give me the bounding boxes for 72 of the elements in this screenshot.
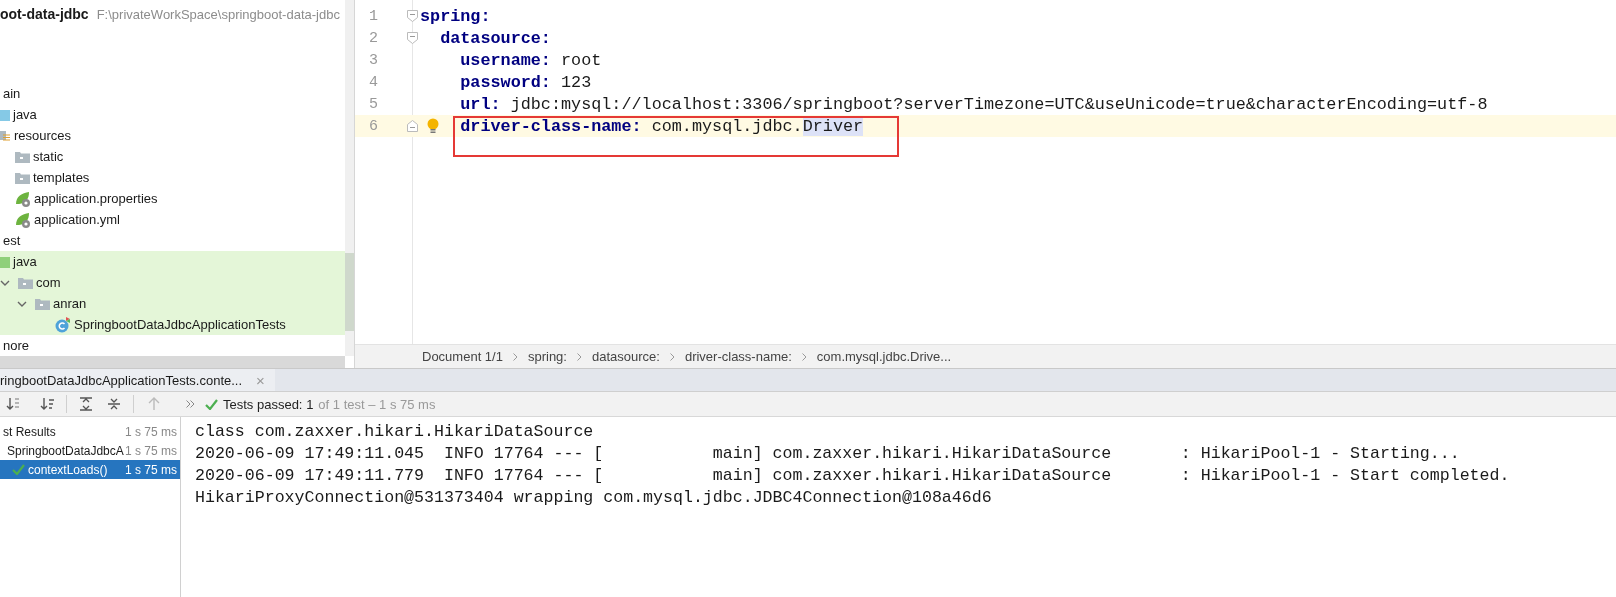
line-number: 3 (368, 51, 379, 69)
folder-icon (35, 297, 50, 310)
line-number: 1 (368, 7, 379, 25)
project-path: F:\privateWorkSpace\springboot-data-jdbc (96, 6, 340, 22)
folder-icon (15, 150, 30, 163)
double-chevron-icon[interactable] (186, 400, 195, 408)
test-result-item[interactable]: st Results 1 s 75 ms (0, 422, 180, 441)
breadcrumb-item[interactable]: com.mysql.jdbc.Drive... (816, 349, 952, 364)
fold-icon[interactable] (407, 120, 418, 132)
tree-item[interactable]: ain (0, 83, 345, 105)
console-line: 2020-06-09 17:49:11.045 INFO 17764 --- [ main] com.zaxxer.hikari.HikariDataSource : HikariPool-1 - Starting... (195, 443, 1461, 465)
check-icon (205, 398, 218, 410)
line-number: 6 (368, 117, 379, 135)
breadcrumb-item[interactable]: datasource: (591, 349, 660, 364)
project-name: oot-data-jdbc (0, 6, 89, 23)
lightbulb-icon[interactable] (427, 118, 439, 134)
folder-icon (0, 255, 10, 268)
tree-item[interactable]: java (0, 104, 345, 126)
code-editor[interactable] (355, 0, 1616, 344)
tree-item[interactable]: java (0, 251, 345, 273)
breadcrumb-item[interactable]: driver-class-name: (684, 349, 792, 364)
tree-item[interactable]: anran (0, 293, 345, 315)
test-result-item[interactable]: SpringbootDataJdbcA1 s 75 ms (0, 441, 180, 460)
breadcrumb-item[interactable]: spring: (527, 349, 567, 364)
expand-all-icon[interactable] (79, 397, 93, 411)
code-line: datasource: (439, 28, 551, 48)
horizontal-scrollbar[interactable] (0, 356, 345, 368)
breadcrumb-item[interactable]: Document 1/1 (422, 349, 503, 364)
spring-leaf-icon (15, 211, 31, 228)
tree-item[interactable]: static (0, 146, 345, 168)
line-number: 2 (368, 29, 379, 47)
console-line: HikariProxyConnection@531373404 wrapping com.mysql.jdbc.JDBC4Connection@108a46d6 (195, 487, 993, 509)
collapse-all-icon[interactable] (107, 397, 121, 411)
spring-leaf-icon (15, 190, 31, 207)
tree-item[interactable]: nore (0, 335, 345, 357)
class-icon (55, 316, 71, 333)
fold-icon[interactable] (407, 32, 418, 44)
chevron-down-icon[interactable] (0, 278, 10, 287)
chevron-right-icon (801, 352, 807, 361)
test-status-text: Tests passed: 1 (223, 396, 314, 412)
folder-icon (15, 171, 30, 184)
sort-alphabetical-icon[interactable] (6, 397, 20, 411)
scrollbar-thumb[interactable] (345, 253, 354, 331)
folder-icon (0, 108, 10, 121)
tree-item[interactable]: SpringbootDataJdbcApplicationTests (0, 314, 345, 336)
chevron-down-icon[interactable] (17, 299, 27, 308)
resources-folder-icon (0, 129, 11, 142)
tree-item[interactable]: application.properties (0, 188, 345, 210)
vertical-scrollbar[interactable] (345, 0, 354, 356)
code-line: password: 123 (459, 72, 592, 92)
test-status-detail: of 1 test – 1 s 75 ms (318, 396, 436, 412)
chevron-right-icon (576, 352, 582, 361)
tree-item[interactable]: com (0, 272, 345, 294)
code-line: url: jdbc:mysql://localhost:3306/springboot?serverTimezone=UTC&useUnicode=true&characterEncoding=utf-8 (459, 94, 1488, 114)
line-number: 5 (368, 95, 379, 113)
console-line: class com.zaxxer.hikari.HikariDataSource (195, 421, 595, 443)
chevron-right-icon (512, 352, 518, 361)
chevron-right-icon (669, 352, 675, 361)
up-arrow-icon[interactable] (148, 397, 160, 411)
code-line: spring: (420, 6, 491, 26)
tree-item[interactable]: resources (0, 125, 345, 147)
sort-by-duration-icon[interactable] (40, 397, 54, 411)
run-tab[interactable]: ringbootDataJdbcApplicationTests.conte... × (0, 369, 275, 391)
tree-item[interactable]: est (0, 230, 345, 252)
tree-item[interactable]: application.yml (0, 209, 345, 231)
code-line: username: root (459, 50, 602, 70)
folder-icon (18, 276, 33, 289)
tree-item[interactable]: templates (0, 167, 345, 189)
test-result-item[interactable]: contextLoads() 1 s 75 ms (0, 460, 180, 479)
fold-icon[interactable] (407, 10, 418, 22)
console-line: 2020-06-09 17:49:11.779 INFO 17764 --- [ main] com.zaxxer.hikari.HikariDataSource : HikariPool-1 - Start completed. (195, 465, 1511, 487)
line-number: 4 (368, 73, 379, 91)
